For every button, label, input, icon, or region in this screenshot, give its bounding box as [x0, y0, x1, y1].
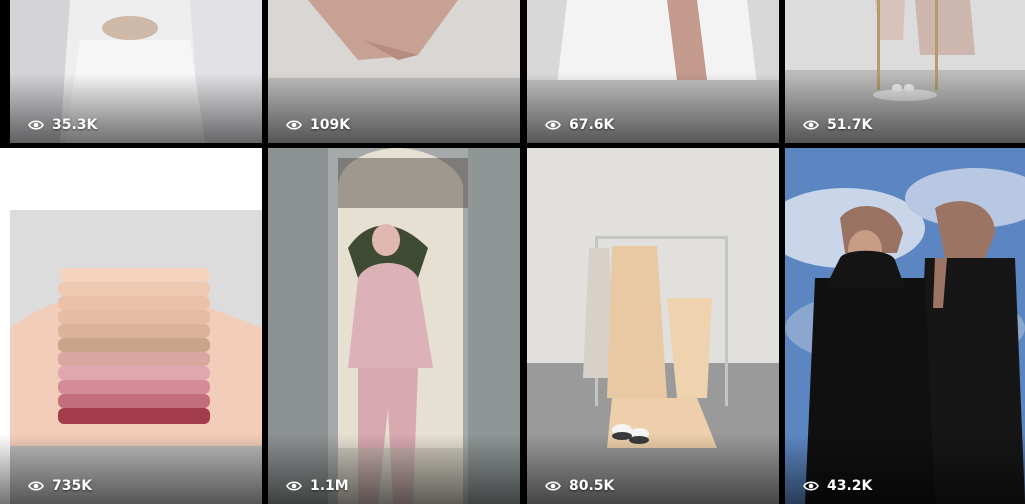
- view-count: 735K: [28, 478, 92, 494]
- video-grid: 35.3K 109K 67.6K 51.7K 735K 1.1M 80.5K 4…: [0, 0, 1025, 504]
- view-count: 80.5K: [545, 478, 614, 494]
- eye-icon: [545, 481, 561, 491]
- video-tile[interactable]: 1.1M: [268, 148, 520, 504]
- view-count: 43.2K: [803, 478, 872, 494]
- video-tile[interactable]: 735K: [0, 148, 262, 504]
- view-count: 67.6K: [545, 117, 614, 133]
- video-tile[interactable]: 80.5K: [527, 148, 779, 504]
- view-count: 35.3K: [28, 117, 97, 133]
- video-tile[interactable]: 109K: [268, 0, 520, 143]
- view-count: 51.7K: [803, 117, 872, 133]
- eye-icon: [803, 120, 819, 130]
- video-tile[interactable]: 43.2K: [785, 148, 1025, 504]
- eye-icon: [286, 481, 302, 491]
- video-tile[interactable]: 35.3K: [10, 0, 262, 143]
- view-count: 1.1M: [286, 478, 349, 494]
- eye-icon: [545, 120, 561, 130]
- eye-icon: [28, 120, 44, 130]
- video-tile[interactable]: 67.6K: [527, 0, 779, 143]
- eye-icon: [286, 120, 302, 130]
- video-tile[interactable]: 51.7K: [785, 0, 1025, 143]
- eye-icon: [803, 481, 819, 491]
- eye-icon: [28, 481, 44, 491]
- view-count: 109K: [286, 117, 350, 133]
